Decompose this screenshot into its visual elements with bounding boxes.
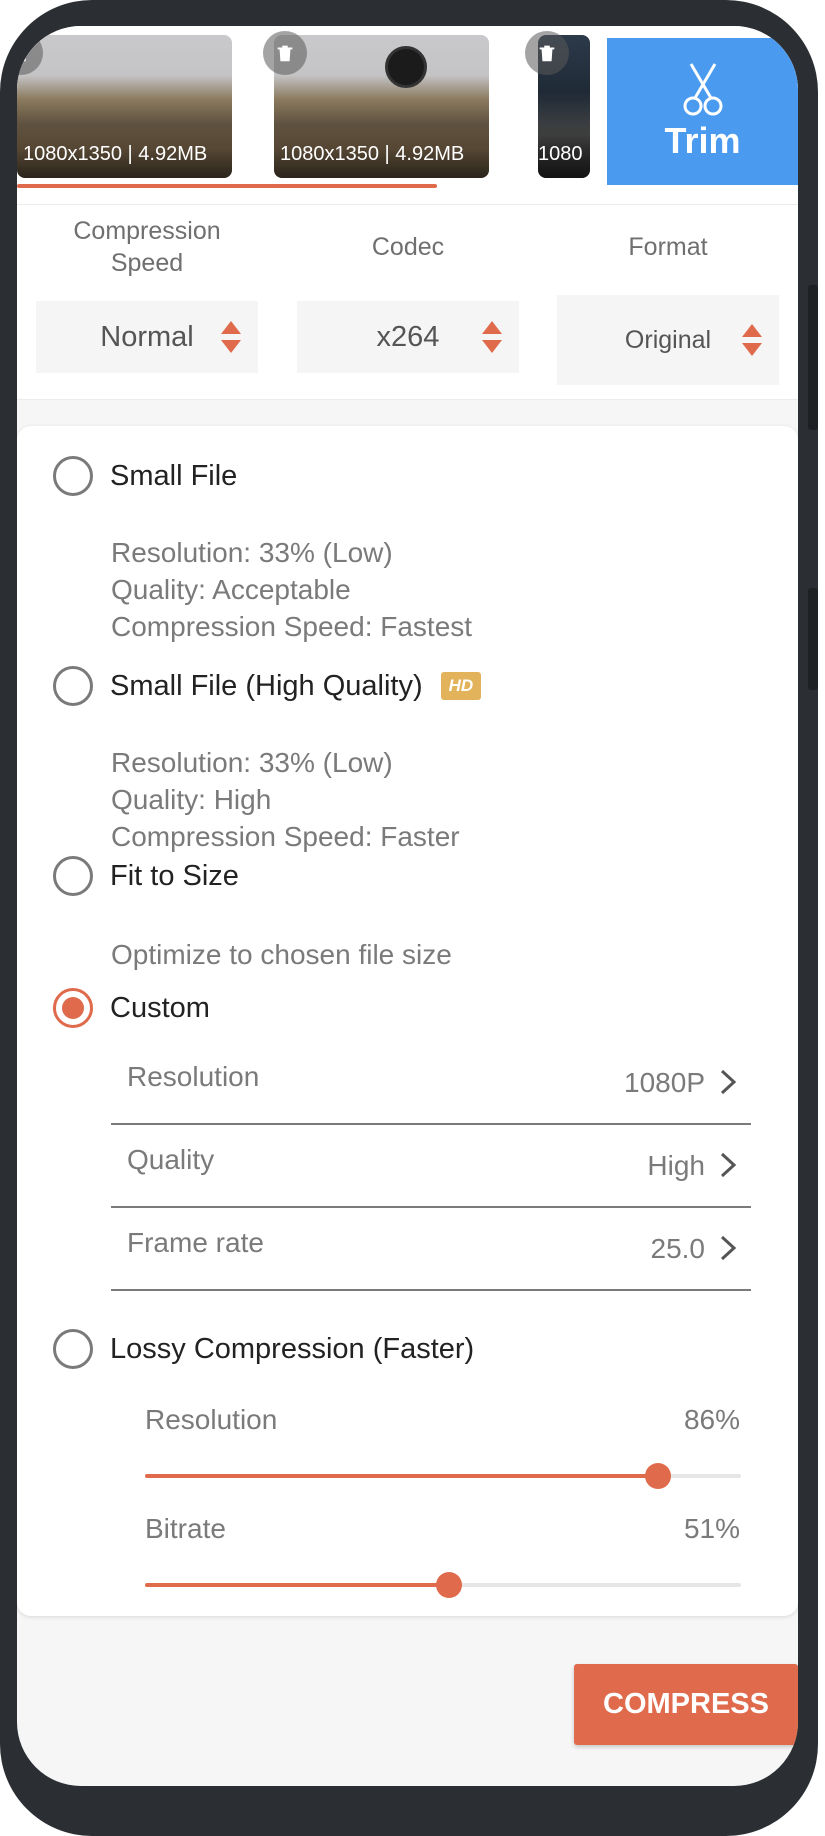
codec-value: x264 [376, 320, 440, 353]
small-file-hq-details: Resolution: 33% (Low) Quality: High Comp… [111, 744, 460, 855]
compression-options-card: Small File Resolution: 33% (Low) Quality… [17, 426, 798, 1616]
format-title: Format [628, 233, 708, 261]
fit-to-size-details: Optimize to chosen file size [111, 936, 452, 973]
lossy-radio[interactable] [53, 1329, 93, 1369]
bitrate-slider-fill [145, 1583, 449, 1587]
detail-line: Compression Speed: Faster [111, 821, 460, 852]
codec-title: Codec [371, 233, 445, 261]
small-file-hq-radio[interactable] [53, 666, 93, 706]
bitrate-slider-value: 51% [683, 1513, 740, 1544]
custom-quality-row[interactable]: Quality High [111, 1126, 751, 1208]
compression-speed-value: Normal [100, 320, 194, 353]
trim-label: Trim [664, 119, 741, 161]
resolution-slider-label: Resolution [145, 1404, 278, 1435]
row-label: Quality [127, 1144, 215, 1175]
resolution-slider-handle[interactable] [644, 1463, 671, 1489]
fit-to-size-radio[interactable] [53, 856, 93, 896]
option-fit-to-size[interactable]: Fit to Size [53, 856, 239, 896]
thumbnail-caption: 1080x1350 | 4.92MB [23, 143, 208, 165]
format-setting: Format Original [557, 205, 779, 399]
detail-line: Quality: High [111, 784, 272, 815]
trim-button[interactable]: Trim [607, 38, 798, 185]
fit-to-size-label: Fit to Size [110, 859, 239, 892]
chevron-right-icon [720, 1152, 737, 1178]
custom-radio[interactable] [53, 988, 93, 1028]
small-file-label: Small File [110, 459, 238, 492]
format-dropdown[interactable]: Original [557, 295, 779, 385]
thumbnail-selection-indicator [17, 184, 437, 188]
resolution-slider-fill [145, 1474, 658, 1478]
volume-button [808, 285, 818, 430]
lossy-label: Lossy Compression (Faster) [110, 1332, 475, 1365]
updown-arrows-icon [482, 321, 502, 353]
settings-bar: Compression Speed Normal Codec x264 Form… [17, 204, 798, 400]
video-thumbnail[interactable]: 1080x1350 | 4.92MB [17, 35, 232, 178]
row-label: Frame rate [127, 1227, 264, 1258]
compression-speed-title: Compression Speed [73, 217, 221, 277]
thumbnail-caption: 1080x1350 | 4.92MB [280, 143, 465, 165]
detail-line: Quality: Acceptable [111, 574, 351, 605]
row-value: High [647, 1150, 705, 1181]
hd-badge: HD [440, 672, 482, 700]
compression-speed-setting: Compression Speed Normal [36, 205, 258, 399]
chevron-right-icon [720, 1069, 737, 1095]
row-value: 25.0 [650, 1233, 706, 1264]
row-label: Resolution [127, 1061, 260, 1092]
small-file-details: Resolution: 33% (Low) Quality: Acceptabl… [111, 534, 472, 645]
scissors-icon [683, 62, 722, 115]
format-value: Original [624, 325, 712, 354]
compress-button[interactable]: COMPRESS [574, 1664, 798, 1745]
app-screen: 1080x1350 | 4.92MB 1080x1350 | 4.92MB 10… [17, 26, 798, 1786]
phone-frame: 1080x1350 | 4.92MB 1080x1350 | 4.92MB 10… [0, 0, 818, 1836]
resolution-slider[interactable] [145, 1463, 741, 1489]
updown-arrows-icon [221, 321, 241, 353]
bitrate-slider[interactable] [145, 1572, 741, 1598]
bitrate-slider-handle[interactable] [435, 1572, 462, 1598]
detail-line: Optimize to chosen file size [111, 939, 452, 970]
trash-icon[interactable] [263, 31, 307, 75]
custom-frame-rate-row[interactable]: Frame rate 25.0 [111, 1209, 751, 1291]
option-custom[interactable]: Custom [53, 988, 210, 1028]
thumbnail-caption: 1080 [538, 143, 583, 165]
chevron-right-icon [720, 1235, 737, 1261]
option-small-file[interactable]: Small File [53, 456, 237, 496]
detail-line: Resolution: 33% (Low) [111, 537, 393, 568]
detail-line: Compression Speed: Fastest [111, 611, 473, 642]
updown-arrows-icon [742, 324, 762, 356]
resolution-slider-value: 86% [683, 1404, 740, 1435]
row-value: 1080P [624, 1067, 705, 1098]
compression-speed-dropdown[interactable]: Normal [36, 301, 258, 373]
codec-setting: Codec x264 [297, 205, 519, 399]
custom-label: Custom [110, 991, 210, 1024]
front-camera [385, 46, 427, 88]
bitrate-slider-label: Bitrate [145, 1513, 226, 1544]
option-small-file-hq[interactable]: Small File (High Quality) HD [53, 666, 482, 706]
trash-icon[interactable] [525, 31, 569, 75]
small-file-hq-label: Small File (High Quality) [110, 669, 423, 702]
custom-resolution-row[interactable]: Resolution 1080P [111, 1043, 751, 1125]
power-button [808, 588, 818, 690]
codec-dropdown[interactable]: x264 [297, 301, 519, 373]
option-lossy-compression[interactable]: Lossy Compression (Faster) [53, 1329, 474, 1369]
video-thumbnail-strip: 1080x1350 | 4.92MB 1080x1350 | 4.92MB 10… [17, 26, 798, 204]
small-file-radio[interactable] [53, 456, 93, 496]
detail-line: Resolution: 33% (Low) [111, 747, 393, 778]
